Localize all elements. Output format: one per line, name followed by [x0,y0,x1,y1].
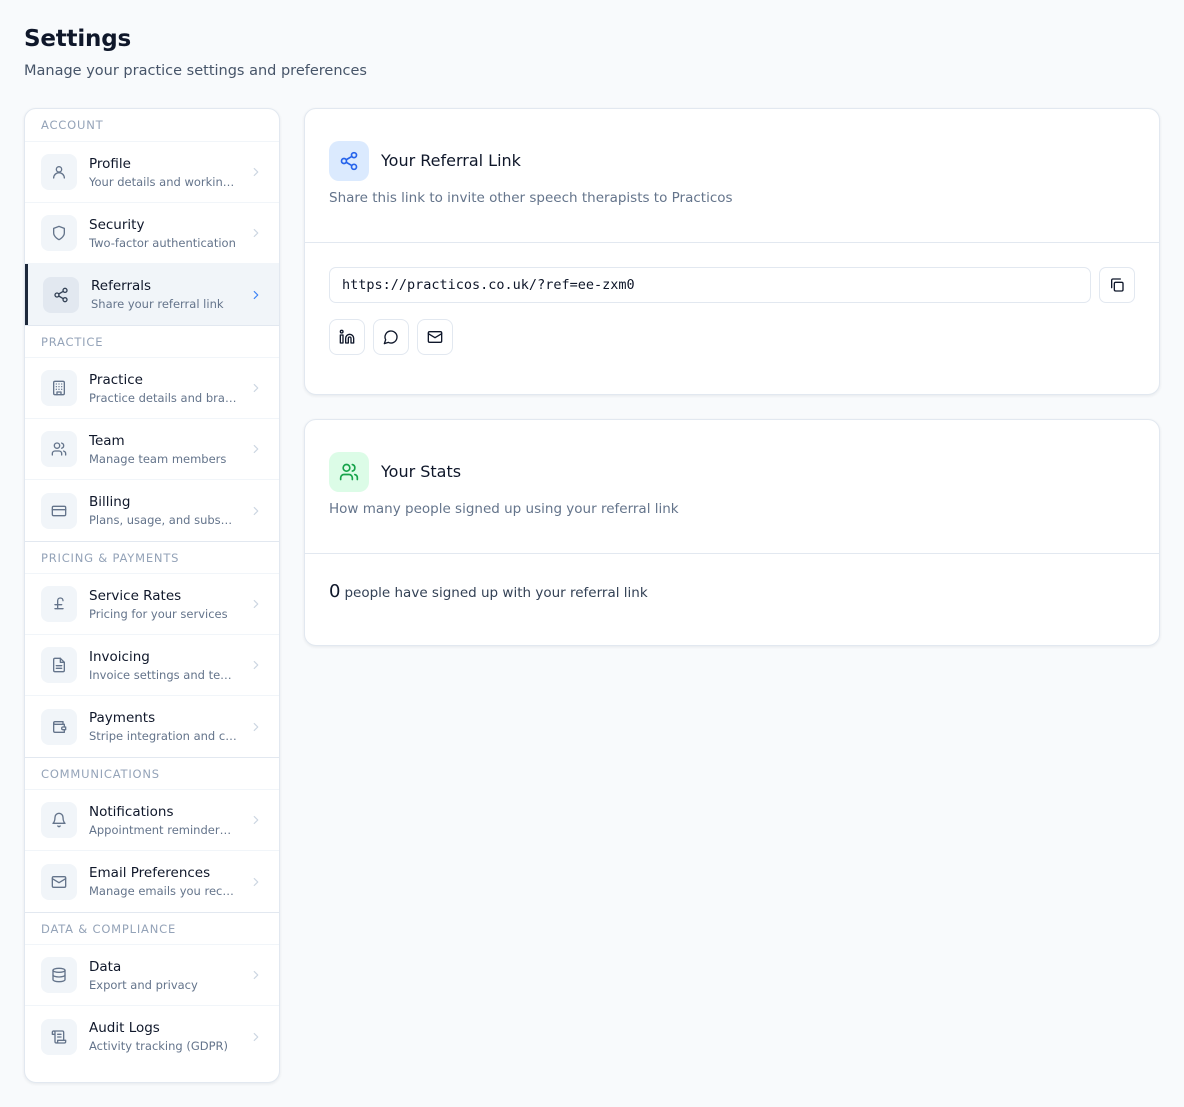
sidebar-item-referrals[interactable]: Referrals Share your referral link [25,264,279,325]
scroll-icon [41,1018,77,1055]
chevron-right-icon [253,444,259,454]
sidebar-item-description: Plans, usage, and subscription [89,513,237,527]
chevron-right-icon [253,970,259,980]
sidebar-item-label: Security [89,216,145,233]
sidebar-item-label: Team [89,432,125,449]
chevron-right-icon [253,877,259,886]
sidebar-item-label: Email Preferences [89,865,211,881]
sidebar-item-service-rates[interactable]: Service Rates Pricing for your services [25,574,279,635]
sidebar-item-label: Referrals [91,278,152,294]
share-linkedin-button[interactable] [329,319,365,355]
sidebar-item-label: Service Rates [89,587,182,604]
copy-icon [1111,278,1124,292]
sidebar-item-label: Notifications [89,803,174,820]
share-email-button[interactable] [417,319,453,355]
page-title: Settings [24,26,131,52]
share-message-button[interactable] [373,319,409,355]
stats-card: Your Stats How many people signed up usi… [304,419,1160,646]
referral-link-card: Your Referral Link Share this link to in… [304,108,1160,395]
signup-count-text: people have signed up with your referral… [344,585,648,601]
linkedin-icon [339,329,355,344]
sidebar-item-payments[interactable]: Payments Stripe integration and card paym… [25,696,279,757]
sidebar-item-label: Billing [89,494,131,510]
shield-icon [41,215,77,251]
share-icon [43,276,79,313]
sidebar-item-description: Practice details and branding [89,390,237,405]
building-icon [41,370,77,406]
sidebar-item-description: Your details and working hours [89,174,237,189]
sidebar-item-notifications[interactable]: Notifications Appointment reminders and a… [25,790,279,851]
chevron-right-icon [253,506,259,515]
credit-card-icon [41,492,77,529]
sidebar-item-description: Stripe integration and card payments [89,729,237,743]
sidebar-item-description: Pricing for your services [89,606,228,621]
page-subtitle: Manage your practice settings and prefer… [24,63,367,79]
pound-icon [41,586,77,622]
mail-icon [427,331,443,343]
stats-card-title: Your Stats [381,462,462,481]
sidebar-item-label: Invoicing [89,648,150,665]
sidebar-item-description: Two-factor authentication [89,235,236,250]
sidebar-item-label: Audit Logs [89,1020,160,1036]
sidebar-item-label: Payments [89,710,156,726]
chevron-right-icon [253,599,259,609]
users-icon [329,452,369,492]
signup-count: 0 people have signed up with your referra… [329,581,648,602]
chevron-right-icon [253,383,259,393]
bell-icon [41,802,77,838]
file-text-icon [41,647,77,683]
sidebar-item-description: Manage emails you receive [89,884,237,898]
chevron-right-icon [253,815,259,825]
chevron-right-icon [253,290,259,299]
sidebar-item-description: Appointment reminders and alerts [89,822,237,837]
share-icon [329,141,369,181]
mail-icon [41,863,77,900]
user-icon [41,154,77,190]
chevron-right-icon [253,660,259,670]
section-heading: PRACTICE [25,325,279,358]
sidebar-item-description: Manage team members [89,451,227,466]
sidebar-item-description: Invoice settings and templates [89,667,237,682]
database-icon [41,957,77,993]
sidebar-item-team[interactable]: Team Manage team members [25,419,279,480]
sidebar-item-label: Practice [89,371,143,388]
referral-card-description: Share this link to invite other speech t… [329,190,733,206]
referral-card-title: Your Referral Link [381,151,521,170]
sidebar-item-description: Share your referral link [91,297,224,311]
section-heading: ACCOUNT [25,109,279,142]
sidebar-item-email-preferences[interactable]: Email Preferences Manage emails you recei… [25,851,279,912]
sidebar-item-label: Profile [89,155,131,172]
users-icon [41,431,77,467]
sidebar-item-description: Export and privacy [89,977,198,992]
wallet-icon [41,708,77,745]
chevron-right-icon [253,167,259,177]
settings-sidebar: ACCOUNT Profile Your details and working h… [24,108,280,1083]
stats-card-description: How many people signed up using your ref… [329,501,679,517]
message-circle-icon [383,330,398,345]
sidebar-item-invoicing[interactable]: Invoicing Invoice settings and templates [25,635,279,696]
sidebar-item-audit-logs[interactable]: Audit Logs Activity tracking (GDPR) [25,1006,279,1067]
signup-count-number: 0 [329,581,341,602]
sidebar-item-profile[interactable]: Profile Your details and working hours [25,142,279,203]
section-heading: COMMUNICATIONS [25,757,279,790]
sidebar-item-data[interactable]: Data Export and privacy [25,945,279,1006]
sidebar-item-billing[interactable]: Billing Plans, usage, and subscription [25,480,279,541]
sidebar-item-label: Data [89,958,122,975]
referral-link-field[interactable]: https://practicos.co.uk/?ref=ee-zxm0 [329,267,1091,303]
section-heading: DATA & COMPLIANCE [25,912,279,945]
copy-link-button[interactable] [1099,267,1135,303]
chevron-right-icon [253,722,259,731]
chevron-right-icon [253,1032,259,1041]
sidebar-item-security[interactable]: Security Two-factor authentication [25,203,279,264]
section-heading: PRICING & PAYMENTS [25,541,279,574]
sidebar-item-description: Activity tracking (GDPR) [89,1039,229,1053]
sidebar-item-practice[interactable]: Practice Practice details and branding [25,358,279,419]
chevron-right-icon [253,228,259,238]
